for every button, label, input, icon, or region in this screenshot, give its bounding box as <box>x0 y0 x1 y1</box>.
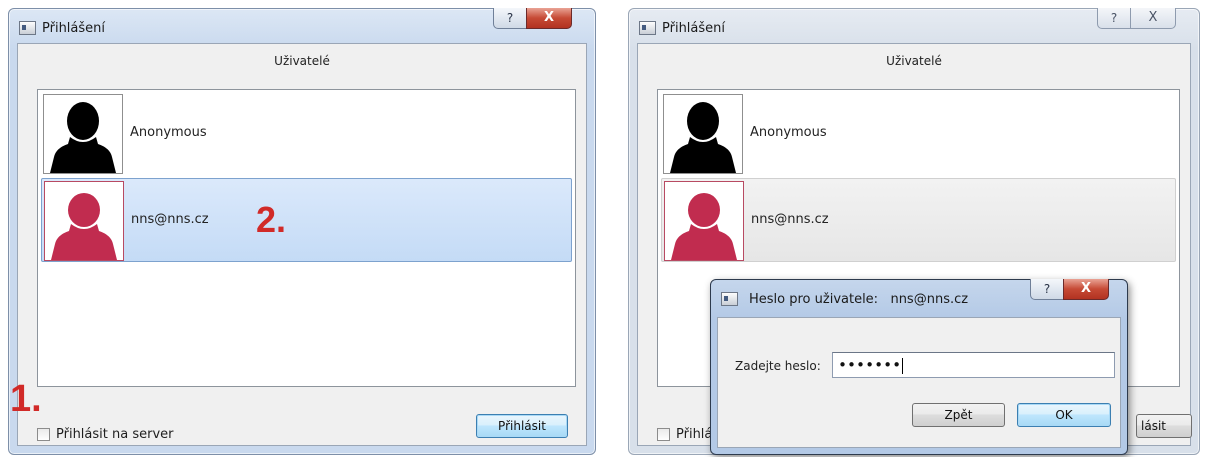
help-icon[interactable]: ? <box>1030 279 1064 300</box>
title-bar[interactable]: Přihlášení ? X <box>9 8 595 43</box>
person-silhouette-icon <box>670 102 736 173</box>
login-to-server-option[interactable]: Přihlásit na server <box>37 424 174 444</box>
avatar-nns <box>664 181 744 261</box>
person-silhouette-icon <box>665 182 743 260</box>
user-name: nns@nns.cz <box>751 212 829 227</box>
app-icon <box>639 21 656 35</box>
app-icon <box>19 21 36 35</box>
close-icon[interactable]: X <box>1130 8 1176 29</box>
users-heading: Uživatelé <box>886 54 942 68</box>
login-to-server-checkbox[interactable] <box>37 427 50 441</box>
text-caret <box>902 357 904 374</box>
avatar-nns <box>44 181 124 261</box>
avatar-anonymous <box>663 94 743 174</box>
window-title: Přihlášení <box>42 21 106 36</box>
help-icon[interactable]: ? <box>1097 8 1131 29</box>
person-silhouette-icon <box>50 102 116 173</box>
annotation-step-2: 2. <box>256 199 287 240</box>
window-client-area: Uživatelé Anonymous <box>17 43 587 446</box>
users-heading: Uživatelé <box>274 54 330 68</box>
close-icon[interactable]: X <box>526 8 572 29</box>
login-to-server-option[interactable]: Přihlá <box>657 424 712 444</box>
annotation-step-1: 1. <box>10 378 42 420</box>
password-value: ••••••• <box>838 356 902 374</box>
password-dialog: Heslo pro uživatele: nns@nns.cz ? X Zade… <box>710 279 1128 455</box>
login-button[interactable]: lásit <box>1136 414 1192 438</box>
user-name: Anonymous <box>750 125 827 140</box>
user-row-nns[interactable]: nns@nns.cz 2. <box>41 178 572 262</box>
title-bar[interactable]: Přihlášení ? X <box>629 8 1199 43</box>
app-icon <box>721 292 738 306</box>
login-window-left: Přihlášení ? X Uživatelé Anonymous nns@n… <box>8 8 596 455</box>
person-silhouette-icon <box>45 182 123 260</box>
dialog-client-area: Zadejte heslo: ••••••• Zpět OK <box>717 317 1121 448</box>
user-name: Anonymous <box>130 125 207 140</box>
dialog-title: Heslo pro uživatele: nns@nns.cz <box>749 292 969 307</box>
ok-button[interactable]: OK <box>1017 403 1111 427</box>
user-row-anonymous[interactable]: Anonymous <box>661 92 1176 176</box>
close-icon[interactable]: X <box>1063 279 1109 300</box>
user-list[interactable]: Anonymous nns@nns.cz 2. <box>37 89 576 387</box>
password-input[interactable]: ••••••• <box>832 352 1115 378</box>
login-to-server-checkbox[interactable] <box>657 427 670 441</box>
dialog-title-bar[interactable]: Heslo pro uživatele: nns@nns.cz ? X <box>711 279 1127 317</box>
checkbox-label: Přihlá <box>676 426 713 442</box>
avatar-anonymous <box>43 94 123 174</box>
window-title: Přihlášení <box>662 21 726 36</box>
checkbox-label: Přihlásit na server <box>56 426 174 442</box>
help-icon[interactable]: ? <box>493 8 527 29</box>
user-name: nns@nns.cz <box>131 212 209 227</box>
user-row-anonymous[interactable]: Anonymous <box>41 92 572 176</box>
password-label: Zadejte heslo: <box>735 359 821 373</box>
back-button[interactable]: Zpět <box>912 403 1005 427</box>
login-button[interactable]: Přihlásit <box>476 414 568 438</box>
user-row-nns[interactable]: nns@nns.cz <box>661 178 1176 262</box>
